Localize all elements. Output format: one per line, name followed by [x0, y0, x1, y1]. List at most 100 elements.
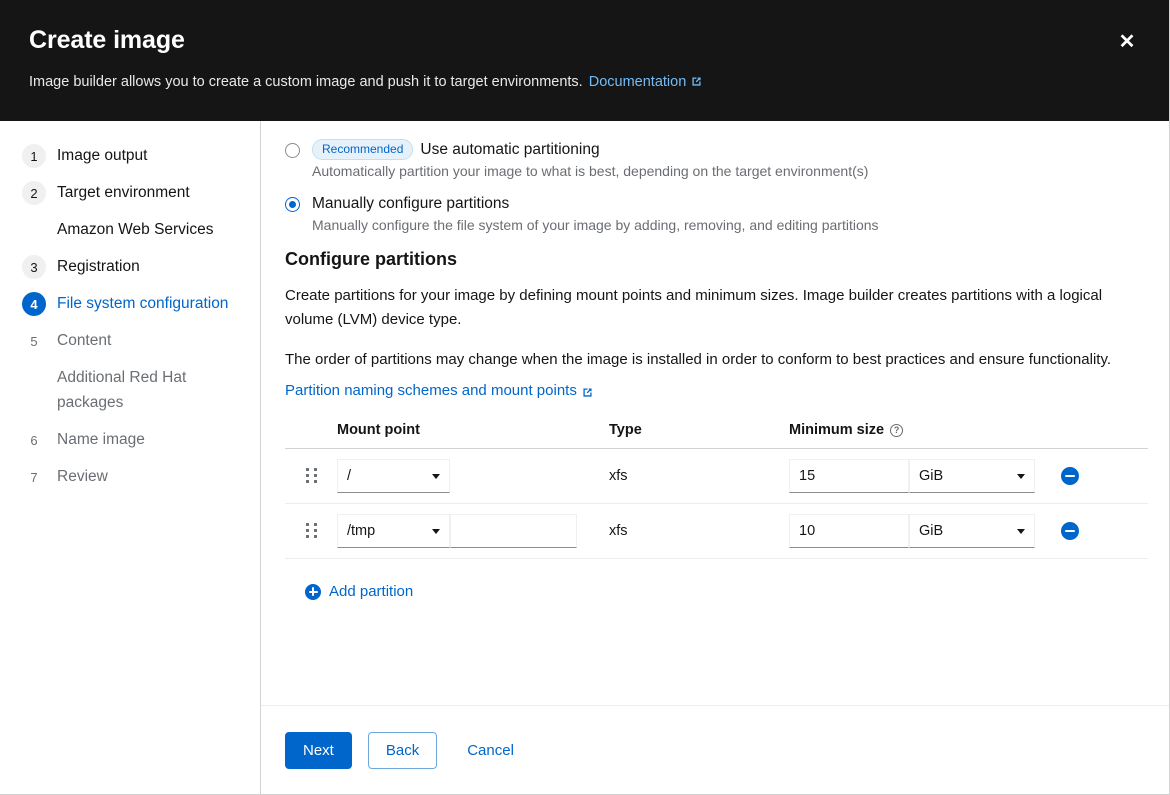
sidebar-item-content[interactable]: 5 Content [0, 322, 260, 359]
sidebar-item-label: Image output [57, 143, 147, 168]
table-row: /tmp xfs GiB [285, 504, 1148, 559]
mount-point-select-value: /tmp [347, 523, 375, 539]
size-unit-select[interactable]: GiB [909, 459, 1035, 493]
wizard-content-scroll: Recommended Use automatic partitioning Au… [261, 121, 1170, 705]
sidebar-item-label: Registration [57, 254, 140, 279]
add-partition-label: Add partition [329, 583, 413, 600]
partitions-table: Mount point Type Minimum size ? [285, 422, 1148, 559]
partition-naming-link-label: Partition naming schemes and mount point… [285, 382, 577, 399]
size-unit-select[interactable]: GiB [909, 514, 1035, 548]
recommended-badge: Recommended [312, 139, 413, 160]
sidebar-item-amazon-web-services[interactable]: Amazon Web Services [0, 211, 260, 248]
radio-manual-partitioning-help: Manually configure the file system of yo… [312, 217, 1148, 233]
sidebar-item-label: Content [57, 328, 111, 353]
wizard-body: 1 Image output 2 Target environment Amaz… [0, 121, 1170, 795]
documentation-link[interactable]: Documentation [589, 74, 704, 90]
section-paragraph-2: The order of partitions may change when … [285, 348, 1140, 372]
step-number-badge: 2 [22, 181, 46, 205]
mount-point-group: / [337, 459, 609, 493]
drag-handle-cell [285, 523, 337, 539]
step-number-badge: 7 [22, 465, 46, 489]
radio-label-text: Use automatic partitioning [420, 141, 599, 158]
mount-point-select-value: / [347, 468, 351, 484]
external-link-icon [690, 75, 703, 88]
radio-manual-partitioning[interactable] [285, 197, 300, 212]
step-number-badge: 5 [22, 329, 46, 353]
sidebar-item-registration[interactable]: 3 Registration [0, 248, 260, 285]
external-link-icon [581, 386, 594, 399]
chevron-down-icon [432, 474, 440, 479]
table-row: / xfs GiB [285, 449, 1148, 504]
chevron-down-icon [1017, 529, 1025, 534]
type-cell: xfs [609, 522, 789, 540]
create-image-wizard: Create image Image builder allows you to… [0, 0, 1170, 795]
sidebar-item-label: Additional Red Hat packages [57, 365, 232, 415]
sidebar-item-additional-red-hat-packages[interactable]: Additional Red Hat packages [0, 359, 260, 421]
mount-point-select[interactable]: /tmp [337, 514, 450, 548]
drag-handle-icon[interactable] [306, 523, 317, 539]
remove-partition-button[interactable] [1061, 467, 1079, 485]
sidebar-item-file-system-configuration[interactable]: 4 File system configuration [0, 285, 260, 322]
type-value: xfs [609, 468, 628, 484]
partition-naming-link[interactable]: Partition naming schemes and mount point… [285, 382, 594, 399]
mount-point-cell: /tmp [337, 514, 609, 548]
wizard-main-panel: Recommended Use automatic partitioning Au… [261, 121, 1170, 795]
sidebar-item-target-environment[interactable]: 2 Target environment [0, 174, 260, 211]
column-header-mount-point: Mount point [337, 422, 609, 438]
mount-point-select[interactable]: / [337, 459, 450, 493]
add-partition-button[interactable]: Add partition [305, 583, 413, 600]
row-actions-cell [1041, 467, 1148, 485]
table-header-row: Mount point Type Minimum size ? [285, 422, 1148, 449]
column-header-type: Type [609, 422, 789, 438]
radio-row-manual-partitioning[interactable]: Manually configure partitions [285, 193, 1148, 215]
mount-point-cell: / [337, 459, 609, 493]
chevron-down-icon [1017, 474, 1025, 479]
column-header-minimum-size: Minimum size ? [789, 422, 1041, 438]
mount-point-suffix-input[interactable] [450, 514, 577, 548]
help-icon[interactable]: ? [890, 424, 903, 437]
radio-row-automatic-partitioning[interactable]: Recommended Use automatic partitioning [285, 139, 1148, 161]
sidebar-item-label: Name image [57, 427, 145, 452]
sidebar-item-name-image[interactable]: 6 Name image [0, 421, 260, 458]
minimum-size-cell: GiB [789, 459, 1041, 493]
documentation-link-label: Documentation [589, 74, 687, 90]
remove-partition-button[interactable] [1061, 522, 1079, 540]
wizard-footer: Next Back Cancel [261, 705, 1170, 795]
chevron-down-icon [432, 529, 440, 534]
row-actions-cell [1041, 522, 1148, 540]
radio-automatic-partitioning[interactable] [285, 143, 300, 158]
minimum-size-input[interactable] [789, 514, 909, 548]
cancel-button[interactable]: Cancel [453, 732, 528, 769]
close-button[interactable]: ✕ [1112, 27, 1142, 57]
section-title: Configure partitions [285, 249, 1148, 270]
size-unit-select-value: GiB [919, 523, 943, 539]
wizard-description-text: Image builder allows you to create a cus… [29, 74, 583, 90]
next-button[interactable]: Next [285, 732, 352, 769]
sidebar-item-image-output[interactable]: 1 Image output [0, 137, 260, 174]
step-number-badge: 4 [22, 292, 46, 316]
radio-automatic-partitioning-label: Recommended Use automatic partitioning [312, 139, 600, 161]
type-value: xfs [609, 523, 628, 539]
wizard-header: Create image Image builder allows you to… [0, 0, 1170, 121]
plus-circle-icon [305, 584, 321, 600]
wizard-step-nav: 1 Image output 2 Target environment Amaz… [0, 121, 261, 795]
type-cell: xfs [609, 467, 789, 485]
minimum-size-cell: GiB [789, 514, 1041, 548]
section-paragraph-1: Create partitions for your image by defi… [285, 284, 1140, 332]
back-button[interactable]: Back [368, 732, 437, 769]
step-number-badge: 6 [22, 428, 46, 452]
sidebar-item-label: Target environment [57, 180, 190, 205]
radio-manual-partitioning-label: Manually configure partitions [312, 193, 509, 215]
mount-point-group: /tmp [337, 514, 609, 548]
sidebar-item-review[interactable]: 7 Review [0, 458, 260, 495]
minimum-size-input[interactable] [789, 459, 909, 493]
radio-automatic-partitioning-help: Automatically partition your image to wh… [312, 163, 1148, 179]
step-number-badge: 1 [22, 144, 46, 168]
size-unit-select-value: GiB [919, 468, 943, 484]
drag-handle-icon[interactable] [306, 468, 317, 484]
wizard-description: Image builder allows you to create a cus… [29, 73, 703, 90]
page-title: Create image [29, 26, 185, 55]
column-header-minimum-size-label: Minimum size [789, 422, 884, 438]
drag-handle-cell [285, 468, 337, 484]
sidebar-item-label: File system configuration [57, 291, 228, 316]
